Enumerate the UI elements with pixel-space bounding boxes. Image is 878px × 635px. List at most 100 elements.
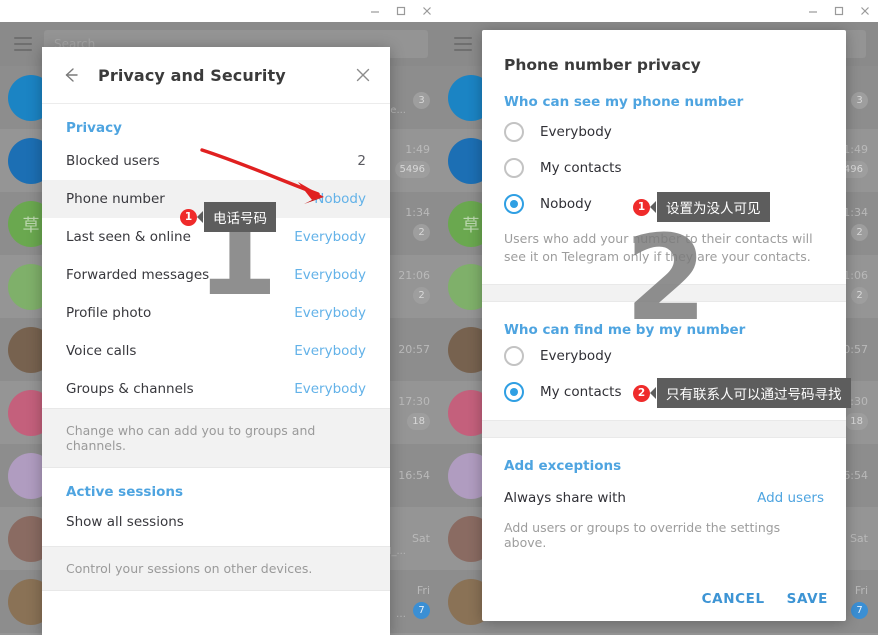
always-share-with-label: Always share with [504, 490, 626, 507]
radio-label: My contacts [540, 384, 622, 401]
app-screen: Search e... 3 1:49 5496 草 1:34 2 21:06 2 20:57 17:… [0, 0, 878, 635]
chat-meta: 21:06 2 [398, 269, 430, 304]
right-pane: Search e...31:495496草1:34221:06220:5717:… [440, 0, 878, 635]
annotation-callout-3: 只有联系人可以通过号码寻找 [650, 378, 851, 408]
annotation-phone-number: 1 电话号码 [180, 202, 276, 232]
dialog-title: Phone number privacy [504, 56, 701, 74]
show-all-sessions-button[interactable]: Show all sessions [42, 504, 390, 546]
privacy-row-label: Voice calls [66, 343, 137, 359]
unread-badge: 2 [851, 287, 868, 304]
chat-timestamp: Fri [416, 584, 430, 597]
privacy-row-value: Everybody [294, 343, 366, 359]
radio-unselected-icon[interactable] [504, 158, 524, 178]
active-sessions-label[interactable]: Active sessions [42, 468, 390, 504]
privacy-row-profile-photo[interactable]: Profile photo Everybody [42, 294, 390, 332]
unread-badge: 3 [851, 91, 868, 109]
close-dialog-icon[interactable] [350, 62, 376, 88]
menu-icon[interactable] [454, 37, 472, 51]
privacy-row-value: Everybody [294, 267, 366, 283]
unread-badge: 5496 [394, 161, 430, 178]
radio-unselected-icon[interactable] [504, 346, 524, 367]
add-users-button[interactable]: Add users [757, 490, 824, 506]
close-icon[interactable] [414, 0, 440, 22]
find-me-group-label: Who can find me by my number [504, 322, 746, 339]
chat-timestamp: 1:49 [843, 143, 868, 156]
annotation-nobody: 1 设置为没人可见 [633, 192, 770, 222]
privacy-row-groups-channels[interactable]: Groups & channels Everybody [42, 370, 390, 408]
chat-meta: 3 [413, 87, 430, 109]
privacy-row-label: Profile photo [66, 305, 152, 321]
see-number-option-my-contacts[interactable]: My contacts [482, 150, 846, 186]
privacy-row-label: Forwarded messages [66, 267, 210, 283]
chat-timestamp: 21:06 [398, 269, 430, 282]
radio-selected-icon[interactable] [504, 194, 524, 214]
annotation-my-contacts: 2 只有联系人可以通过号码寻找 [633, 378, 851, 408]
unread-badge: 3 [413, 91, 430, 109]
annotation-callout-1: 电话号码 [197, 202, 276, 232]
privacy-row-label: Last seen & online [66, 229, 191, 245]
privacy-row-label: Phone number [66, 191, 165, 207]
add-exceptions-label: Add exceptions [504, 458, 622, 475]
left-pane: Search e... 3 1:49 5496 草 1:34 2 21:06 2 20:57 17:… [0, 0, 440, 635]
chat-meta: 1:49 5496 [394, 143, 430, 178]
unread-badge: 2 [413, 287, 430, 304]
minimize-icon[interactable] [362, 0, 388, 22]
left-titlebar [0, 0, 440, 22]
minimize-icon[interactable] [800, 0, 826, 22]
chat-timestamp: 16:54 [398, 469, 430, 482]
annotation-callout-2: 设置为没人可见 [650, 192, 770, 222]
menu-icon[interactable] [14, 37, 32, 51]
privacy-row-value: Nobody [314, 191, 366, 207]
unread-badge: 2 [851, 224, 868, 241]
privacy-row-value: 2 [357, 153, 366, 169]
annotation-badge-3: 2 [633, 384, 650, 402]
exceptions-note: Add users or groups to override the sett… [504, 520, 781, 551]
chat-timestamp: 20:57 [398, 343, 430, 356]
unread-badge: 7 [851, 602, 868, 619]
close-icon[interactable] [852, 0, 878, 22]
unread-badge: 18 [407, 413, 430, 430]
annotation-badge-2: 1 [633, 198, 650, 216]
chat-timestamp: Fri [854, 584, 868, 597]
chat-meta: 1:34 2 [843, 206, 868, 241]
annotation-badge-1: 1 [180, 208, 197, 226]
cancel-button[interactable]: CANCEL [702, 591, 765, 607]
unread-badge: 7 [413, 602, 430, 619]
back-arrow-icon[interactable] [58, 62, 84, 88]
radio-selected-icon[interactable] [504, 382, 524, 403]
chat-meta: Fri 7 [851, 584, 868, 619]
chat-meta: 1:34 2 [405, 206, 430, 241]
privacy-row-label: Groups & channels [66, 381, 194, 397]
always-share-with-row: Always share with Add users [482, 474, 846, 506]
chat-timestamp: 17:30 [398, 395, 430, 408]
chat-timestamp: Sat [849, 532, 868, 545]
dialog-actions: CANCEL SAVE [702, 591, 828, 607]
radio-unselected-icon[interactable] [504, 122, 524, 142]
privacy-row-voice-calls[interactable]: Voice calls Everybody [42, 332, 390, 370]
privacy-row-blocked-users[interactable]: Blocked users 2 [42, 142, 390, 180]
page-title: Privacy and Security [98, 65, 286, 85]
privacy-row-value: Everybody [294, 381, 366, 397]
dialog-header: Privacy and Security [42, 47, 390, 104]
phone-number-privacy-dialog: Phone number privacy Who can see my phon… [482, 30, 846, 621]
radio-label: My contacts [540, 160, 622, 176]
privacy-row-value: Everybody [294, 305, 366, 321]
maximize-icon[interactable] [388, 0, 414, 22]
groups-note: Change who can add you to groups and cha… [42, 408, 390, 468]
right-titlebar [440, 0, 878, 22]
see-number-option-everybody[interactable]: Everybody [482, 114, 846, 150]
radio-label: Everybody [540, 348, 612, 365]
privacy-row-value: Everybody [294, 229, 366, 245]
see-number-group-label: Who can see my phone number [504, 94, 744, 110]
chat-timestamp: 1:34 [843, 206, 868, 219]
save-button[interactable]: SAVE [787, 591, 828, 607]
sessions-note: Control your sessions on other devices. [42, 546, 390, 591]
radio-label: Nobody [540, 196, 592, 212]
maximize-icon[interactable] [826, 0, 852, 22]
privacy-settings-list: Blocked users 2 Phone number Nobody Last see… [42, 142, 390, 408]
find-me-option-everybody[interactable]: Everybody [482, 338, 846, 374]
chat-timestamp: 1:49 [405, 143, 430, 156]
chat-meta: Sat [412, 532, 430, 545]
privacy-row-label: Blocked users [66, 153, 160, 169]
privacy-row-forwarded-messages[interactable]: Forwarded messages Everybody [42, 256, 390, 294]
